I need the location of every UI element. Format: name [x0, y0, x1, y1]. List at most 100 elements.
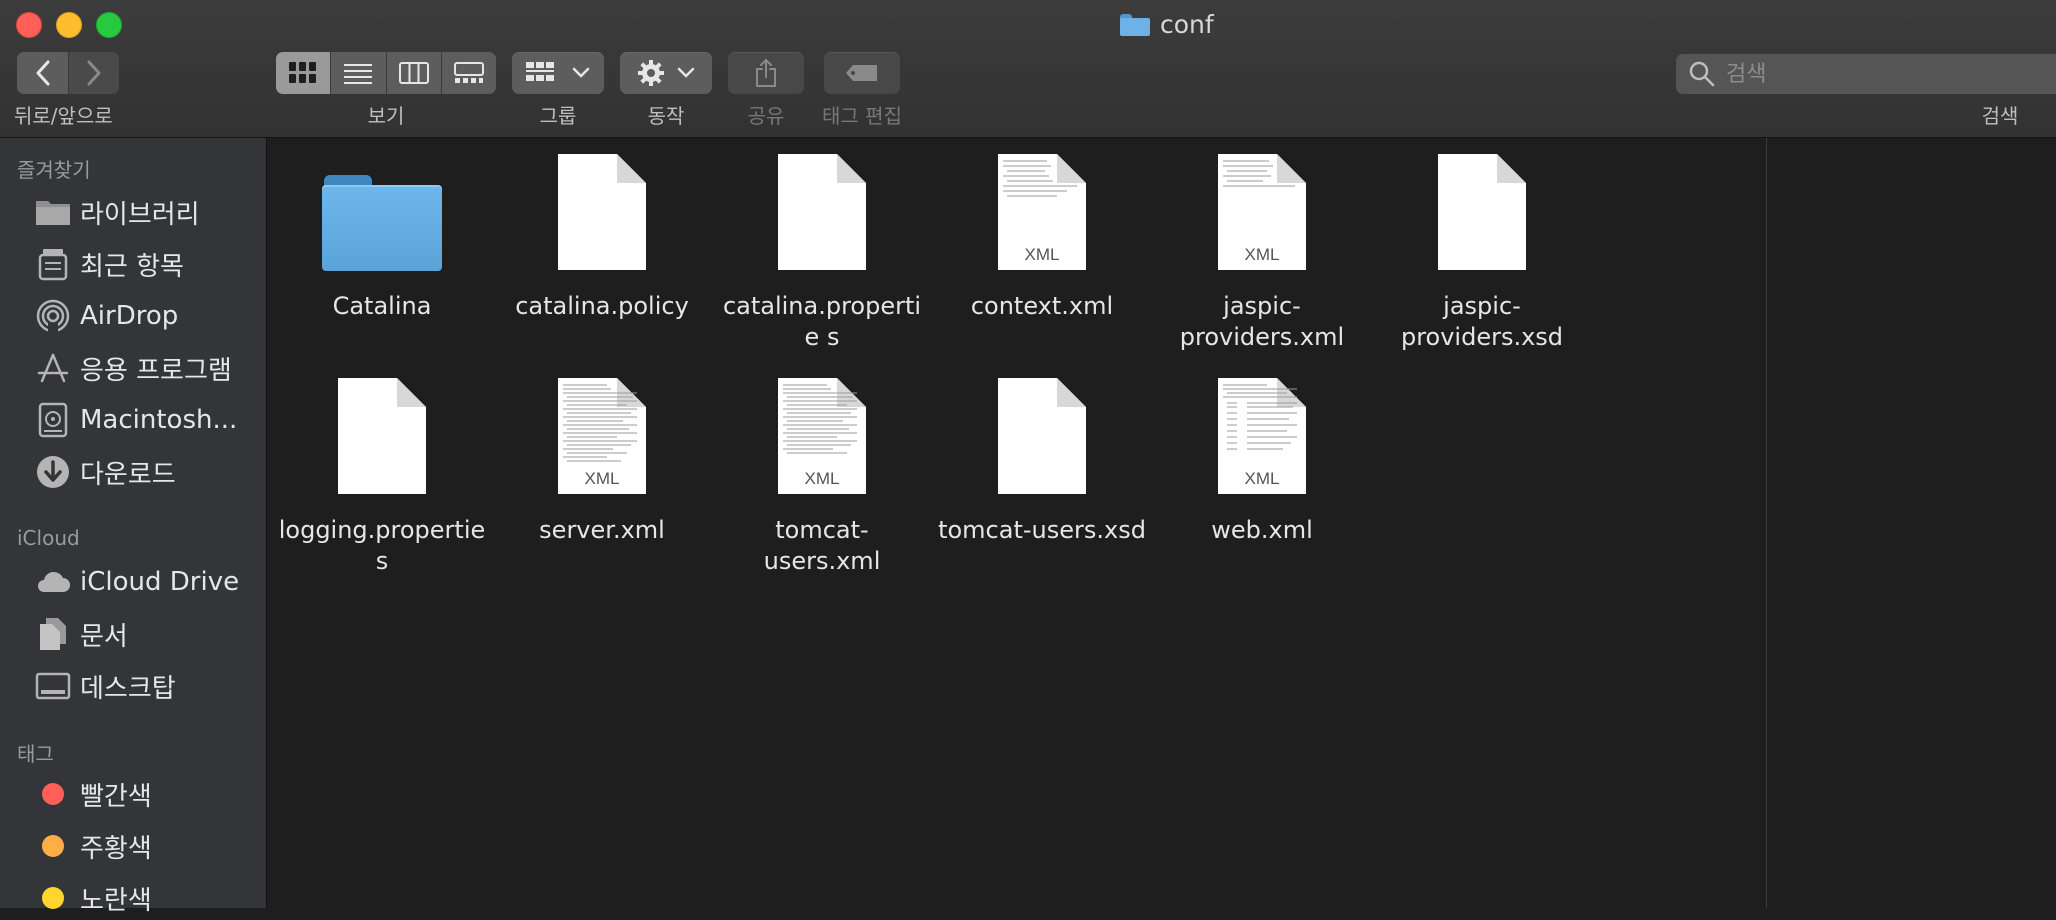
- file-item[interactable]: XML web.xml: [1152, 370, 1372, 546]
- hard-disk-icon: [34, 401, 72, 439]
- close-window-button[interactable]: [16, 12, 42, 38]
- sidebar-item-downloads[interactable]: 다운로드: [0, 450, 266, 494]
- sidebar-tag-red[interactable]: 빨간색: [0, 772, 266, 816]
- file-item[interactable]: catalina.policy: [492, 146, 712, 322]
- orange-tag-dot-icon: [34, 827, 72, 865]
- xml-document-icon: XML: [997, 153, 1087, 271]
- tags-header: 태그: [17, 742, 54, 766]
- tag-edit-button[interactable]: [824, 52, 900, 94]
- file-name: web.xml: [1211, 516, 1313, 544]
- sidebar-item-label: Macintosh...: [80, 405, 238, 435]
- sidebar: 즐겨찾기 라이브러리 최근 항목 AirDrop 응용 프로그램 Macinto…: [0, 138, 267, 916]
- file-name: context.xml: [970, 292, 1114, 320]
- column-view-button[interactable]: [386, 52, 442, 94]
- view-label: 보기: [367, 104, 405, 128]
- chevron-left-icon: [36, 60, 49, 86]
- sidebar-item-label: 문서: [80, 621, 128, 652]
- file-item[interactable]: tomcat-users.xsd: [932, 370, 1152, 546]
- file-name: tomcat-users.xml: [763, 516, 881, 575]
- blank-document-icon: [337, 377, 427, 495]
- list-icon: [344, 64, 373, 84]
- share-label: 공유: [747, 104, 785, 128]
- xml-document-icon: XML: [1217, 377, 1307, 495]
- gallery-view-button[interactable]: [441, 52, 496, 94]
- airdrop-icon: [34, 297, 72, 335]
- sidebar-item-desktop[interactable]: 데스크탑: [0, 664, 266, 708]
- sidebar-tag-yellow[interactable]: 노란색: [0, 876, 266, 920]
- gallery-icon: [453, 62, 484, 83]
- recents-icon: [34, 245, 72, 283]
- file-browser: Catalina catalina.policy catalina.proper…: [267, 138, 1766, 908]
- desktop-icon: [34, 667, 72, 705]
- downloads-icon: [34, 453, 72, 491]
- sidebar-item-airdrop[interactable]: AirDrop: [0, 294, 266, 338]
- folder-icon: [34, 193, 72, 231]
- favorites-header: 즐겨찾기: [17, 158, 91, 182]
- search-input[interactable]: [1724, 60, 2028, 88]
- file-item[interactable]: logging.propertie s: [272, 370, 492, 577]
- search-icon: [1689, 61, 1715, 87]
- search-field[interactable]: [1676, 54, 2056, 94]
- zoom-window-button[interactable]: [96, 12, 122, 38]
- share-button[interactable]: [728, 52, 804, 94]
- file-name: logging.propertie s: [278, 516, 486, 575]
- file-item[interactable]: XML context.xml: [932, 146, 1152, 322]
- gear-icon: [638, 60, 664, 86]
- nav-label: 뒤로/앞으로: [14, 104, 113, 128]
- xml-badge: XML: [1024, 245, 1060, 264]
- file-name: tomcat-users.xsd: [938, 516, 1146, 544]
- file-item[interactable]: XML server.xml: [492, 370, 712, 546]
- sidebar-item-applications[interactable]: 응용 프로그램: [0, 346, 266, 390]
- file-name: catalina.propertie s: [722, 292, 922, 351]
- back-button[interactable]: [17, 52, 69, 94]
- file-item[interactable]: XML tomcat-users.xml: [712, 370, 932, 577]
- icon-view-button[interactable]: [276, 52, 332, 94]
- action-label: 동작: [647, 104, 685, 128]
- sidebar-item-icloud-drive[interactable]: iCloud Drive: [0, 560, 266, 604]
- sidebar-item-library[interactable]: 라이브러리: [0, 190, 266, 234]
- sidebar-item-label: 노란색: [80, 885, 152, 916]
- documents-icon: [34, 615, 72, 653]
- sidebar-tag-orange[interactable]: 주황색: [0, 824, 266, 868]
- file-item[interactable]: jaspic-providers.xsd: [1372, 146, 1592, 353]
- file-item[interactable]: catalina.propertie s: [712, 146, 932, 353]
- xml-document-icon: XML: [1217, 153, 1307, 271]
- file-item[interactable]: Catalina: [272, 146, 492, 322]
- xml-document-icon: XML: [777, 377, 867, 495]
- red-tag-dot-icon: [34, 775, 72, 813]
- file-name: server.xml: [539, 516, 665, 544]
- columns-icon: [398, 62, 429, 84]
- view-switcher: [276, 52, 496, 94]
- blank-document-icon: [777, 153, 867, 271]
- sidebar-item-recents[interactable]: 최근 항목: [0, 242, 266, 286]
- group-icon: [526, 62, 554, 81]
- cloud-icon: [34, 563, 72, 601]
- grid-icon: [289, 62, 317, 83]
- sidebar-item-label: 다운로드: [80, 459, 176, 490]
- sidebar-item-label: 빨간색: [80, 781, 152, 812]
- list-view-button[interactable]: [331, 52, 387, 94]
- back-forward-control: [17, 52, 119, 94]
- forward-button[interactable]: [69, 52, 119, 94]
- xml-badge: XML: [584, 469, 620, 488]
- sidebar-item-label: 주황색: [80, 833, 152, 864]
- group-label: 그룹: [539, 104, 577, 128]
- folder-icon: [1120, 13, 1150, 36]
- folder-icon: [322, 175, 442, 271]
- sidebar-item-label: 라이브러리: [80, 199, 200, 230]
- window-toolbar: conf 뒤로/앞으로 보기 그룹 동작 공유 태그 편집 검색 검색: [0, 0, 2056, 138]
- blank-document-icon: [557, 153, 647, 271]
- sidebar-item-documents[interactable]: 문서: [0, 612, 266, 656]
- traffic-lights: [16, 12, 122, 38]
- minimize-window-button[interactable]: [56, 12, 82, 38]
- sidebar-item-macintosh-hd[interactable]: Macintosh...: [0, 398, 266, 442]
- blank-document-icon: [1437, 153, 1527, 271]
- xml-badge: XML: [804, 469, 840, 488]
- search-label: 검색: [1981, 104, 2019, 128]
- file-item[interactable]: XML jaspic-providers.xml: [1152, 146, 1372, 353]
- share-icon: [756, 58, 776, 87]
- action-button[interactable]: [620, 52, 712, 94]
- group-button[interactable]: [512, 52, 604, 94]
- yellow-tag-dot-icon: [34, 879, 72, 917]
- file-name: jaspic-providers.xml: [1179, 292, 1345, 351]
